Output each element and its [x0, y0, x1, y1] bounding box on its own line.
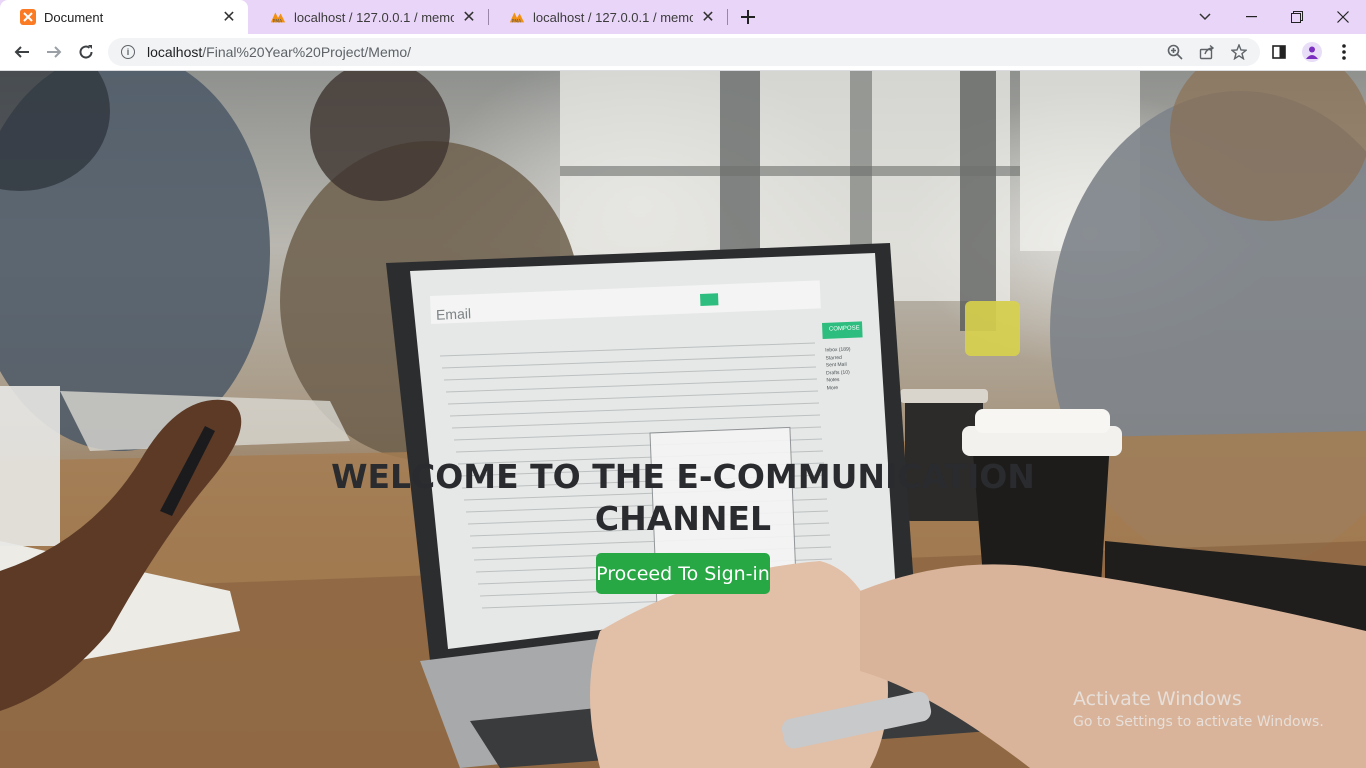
url-text[interactable]: localhost/Final%20Year%20Project/Memo/	[147, 44, 411, 60]
tab-strip: Document ✕ PMA localhost / 127.0.0.1 / m…	[0, 0, 1366, 34]
phpmyadmin-icon: PMA	[270, 9, 286, 25]
hero-title-line-1: WELCOME TO THE E-COMMUNICATION	[331, 457, 1035, 496]
laptop-compose-label: COMPOSE	[828, 325, 860, 333]
tab-title: localhost / 127.0.0.1 / memo_syst	[294, 9, 454, 25]
forward-button[interactable]	[40, 38, 68, 66]
tab-phpmyadmin-2[interactable]: PMA localhost / 127.0.0.1 / memo_syst ✕	[489, 0, 727, 34]
tab-title: localhost / 127.0.0.1 / memo_syst	[533, 9, 693, 25]
minimize-button[interactable]	[1228, 0, 1274, 34]
watermark-title: Activate Windows	[1073, 688, 1242, 710]
background-photo	[0, 71, 1366, 768]
share-icon[interactable]	[1197, 42, 1217, 62]
phpmyadmin-icon: PMA	[509, 9, 525, 25]
close-tab-icon[interactable]: ✕	[220, 8, 238, 26]
tab-separator	[727, 9, 728, 25]
menu-kebab-icon[interactable]	[1330, 38, 1358, 66]
close-tab-icon[interactable]: ✕	[699, 8, 717, 26]
xampp-icon	[20, 9, 36, 25]
reload-button[interactable]	[72, 38, 100, 66]
profile-icon	[1302, 42, 1322, 62]
hero-heading: WELCOME TO THE E-COMMUNICATION CHANNEL	[0, 456, 1366, 540]
browser-toolbar: i localhost/Final%20Year%20Project/Memo/	[0, 34, 1366, 71]
back-button[interactable]	[8, 38, 36, 66]
new-tab-button[interactable]	[736, 5, 760, 29]
laptop-folder-item: Inbox (189)	[825, 346, 851, 354]
close-tab-icon[interactable]: ✕	[460, 8, 478, 26]
laptop-folder-list: Inbox (189) Starred Sent Mail Drafts (10…	[825, 347, 852, 394]
address-bar[interactable]: i localhost/Final%20Year%20Project/Memo/	[108, 38, 1260, 66]
bookmark-star-icon[interactable]	[1229, 42, 1249, 62]
proceed-to-signin-button[interactable]: Proceed To Sign-in	[596, 553, 770, 594]
site-info-icon[interactable]: i	[121, 45, 135, 59]
side-panel-icon[interactable]	[1265, 38, 1293, 66]
profile-avatar[interactable]	[1298, 38, 1326, 66]
tab-phpmyadmin-1[interactable]: PMA localhost / 127.0.0.1 / memo_syst ✕	[250, 0, 488, 34]
tab-title: Document	[44, 9, 104, 25]
laptop-folder-item: More	[826, 385, 839, 392]
svg-text:PMA: PMA	[273, 18, 283, 24]
watermark-subtitle: Go to Settings to activate Windows.	[1073, 714, 1324, 730]
restore-button[interactable]	[1274, 0, 1320, 34]
activate-windows-watermark: Activate Windows Go to Settings to activ…	[1073, 688, 1324, 730]
svg-text:PMA: PMA	[512, 18, 522, 24]
close-window-button[interactable]	[1320, 0, 1366, 34]
zoom-icon[interactable]	[1165, 42, 1185, 62]
tab-document[interactable]: Document ✕	[0, 0, 248, 34]
laptop-email-app-title: Email	[435, 305, 472, 323]
page-viewport: Email COMPOSE Inbox (189) Starred Sent M…	[0, 71, 1366, 768]
tab-search-chevron-icon[interactable]	[1182, 0, 1228, 34]
hero-title-line-2: CHANNEL	[594, 499, 772, 538]
